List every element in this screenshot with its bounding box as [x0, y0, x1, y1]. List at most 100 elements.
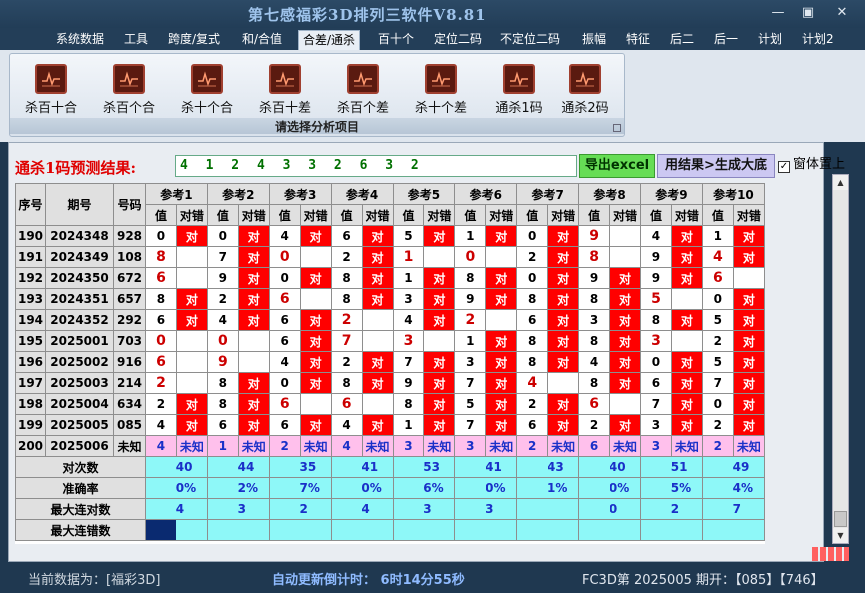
column-header-value[interactable]: 值 [145, 204, 177, 226]
table-row[interactable]: 198 2025004 634 2 对 8 对 6 6 8 对 5 对 2 对 6 7 对 0 对 [15, 393, 765, 415]
column-header-group[interactable]: 参考3 [268, 183, 332, 205]
ribbon-button-3[interactable]: 杀百十差 [250, 64, 320, 118]
export-excel-button[interactable]: 导出excel [579, 154, 655, 178]
scroll-thumb[interactable] [834, 511, 847, 527]
column-header-group[interactable]: 参考1 [145, 183, 208, 205]
column-header-group[interactable]: 参考9 [640, 183, 703, 205]
ribbon-button-label: 杀百个合 [102, 101, 155, 116]
ribbon-button-0[interactable]: 杀百十合 [16, 64, 86, 118]
menu-item-2[interactable]: 跨度/复式 [164, 30, 224, 50]
stats-spacer-cell [454, 477, 486, 499]
menu-item-9[interactable]: 特征 [622, 30, 654, 50]
table-row[interactable]: 193 2024351 657 8 对 2 对 6 8 对 3 对 9 对 8 对 8 对 5 0 对 [15, 288, 765, 310]
ribbon-button-1[interactable]: 杀百个合 [94, 64, 164, 118]
table-row[interactable]: 199 2025005 085 4 对 6 对 6 对 4 对 1 对 7 对 6 对 2 对 3 对 2 对 [15, 414, 765, 436]
checkbox-check-icon[interactable]: ✓ [778, 161, 790, 173]
ribbon-button-6[interactable]: 通杀1码 [484, 64, 554, 118]
close-button[interactable]: ✕ [830, 4, 854, 22]
chart-icon [113, 64, 145, 94]
dialog-launcher-icon[interactable] [613, 124, 621, 132]
table-row[interactable]: 191 2024349 108 8 7 对 0 2 对 1 0 2 对 8 9 对 4 对 [15, 246, 765, 268]
hit-cell: 对 [423, 372, 456, 394]
column-header-result[interactable]: 对错 [423, 204, 456, 226]
column-header-group[interactable]: 参考10 [701, 183, 765, 205]
column-header-result[interactable]: 对错 [175, 204, 208, 226]
hit-cell: 对 [732, 393, 765, 415]
column-header-value[interactable]: 值 [701, 204, 734, 226]
menu-item-0[interactable]: 系统数据 [52, 30, 108, 50]
column-header-value[interactable]: 值 [330, 204, 363, 226]
column-header-seq[interactable]: 序号 [15, 183, 46, 226]
column-header-result[interactable]: 对错 [361, 204, 394, 226]
column-header-result[interactable]: 对错 [237, 204, 270, 226]
value-cell: 5 [392, 225, 425, 247]
table-row[interactable]: 195 2025001 703 0 0 6 对 7 3 1 对 8 对 8 对 3 2 对 [15, 330, 765, 352]
menu-item-6[interactable]: 定位二码 [430, 30, 486, 50]
column-header-result[interactable]: 对错 [485, 204, 518, 226]
menu-item-1[interactable]: 工具 [120, 30, 152, 50]
prediction-result-field[interactable]: 4 1 2 4 3 3 2 6 3 2 [175, 155, 577, 177]
value-cell: 9 [640, 267, 672, 289]
menu-item-12[interactable]: 计划 [754, 30, 786, 50]
value-cell: 8 [516, 288, 549, 310]
stats-row: 最大连对数 14 13 12 14 13 13 9 10 12 17 [15, 498, 765, 520]
table-row[interactable]: 190 2024348 928 0 对 0 对 4 对 6 对 5 对 1 对 0 对 9 4 对 1 对 [15, 225, 765, 247]
column-header-value[interactable]: 值 [206, 204, 239, 226]
column-header-result[interactable]: 对错 [732, 204, 765, 226]
stats-row-label: 对次数 [15, 456, 146, 478]
column-header-value[interactable]: 值 [268, 204, 301, 226]
value-cell: 0 [206, 330, 239, 352]
ribbon-button-2[interactable]: 杀十个合 [172, 64, 242, 118]
scroll-down-icon[interactable]: ▼ [833, 528, 848, 543]
stats-value-cell: 144 [238, 456, 270, 478]
menu-item-5[interactable]: 百十个 [374, 30, 418, 50]
column-header-value[interactable]: 值 [454, 204, 487, 226]
column-header-value[interactable]: 值 [640, 204, 672, 226]
hit-cell: 对 [175, 309, 208, 331]
prediction-row[interactable]: 200 2025006 未知 4 未知 1 未知 2 未知 4 未知 3 未知 3 未知 2 未知 6 未知 3 未知 2… [15, 435, 765, 457]
table-row[interactable]: 197 2025003 214 2 8 对 0 对 8 对 9 对 7 对 4 8 对 6 对 7 对 [15, 372, 765, 394]
vertical-scrollbar[interactable]: ▲ ▼ [832, 174, 849, 544]
table-row[interactable]: 192 2024350 672 6 9 对 0 对 8 对 1 对 8 对 0 对 9 对 9 对 6 [15, 267, 765, 289]
column-header-value[interactable]: 值 [392, 204, 425, 226]
row-period-cell: 2024351 [45, 288, 114, 310]
menu-item-4[interactable]: 合差/通杀 [298, 30, 361, 50]
table-row[interactable]: 196 2025002 916 6 9 4 对 2 对 7 对 3 对 8 对 4 对 0 对 5 对 [15, 351, 765, 373]
value-cell: 0 [268, 267, 301, 289]
menu-item-7[interactable]: 不定位二码 [496, 30, 564, 50]
scroll-up-icon[interactable]: ▲ [833, 175, 848, 190]
column-header-value[interactable]: 值 [578, 204, 611, 226]
column-header-result[interactable]: 对错 [547, 204, 580, 226]
minimize-button[interactable]: — [766, 4, 790, 22]
column-header-group[interactable]: 参考8 [578, 183, 641, 205]
column-header-result[interactable]: 对错 [670, 204, 703, 226]
column-header-result[interactable]: 对错 [609, 204, 641, 226]
column-header-group[interactable]: 参考2 [206, 183, 270, 205]
menu-item-8[interactable]: 振幅 [578, 30, 610, 50]
menu-item-10[interactable]: 后二 [666, 30, 698, 50]
generate-base-button[interactable]: 用结果>生成大底 [657, 154, 775, 178]
menu-item-13[interactable]: 计划2 [798, 30, 838, 50]
ribbon-button-5[interactable]: 杀十个差 [406, 64, 476, 118]
column-header-value[interactable]: 值 [516, 204, 549, 226]
column-header-group[interactable]: 参考4 [330, 183, 394, 205]
value-cell: 9 [392, 372, 425, 394]
stats-value-cell: 13 [238, 498, 270, 520]
chart-icon [191, 64, 223, 94]
column-header-group[interactable]: 参考7 [516, 183, 580, 205]
ribbon-button-4[interactable]: 杀百个差 [328, 64, 398, 118]
column-header-group[interactable]: 参考6 [454, 183, 518, 205]
column-header-number[interactable]: 号码 [113, 183, 146, 226]
column-header-result[interactable]: 对错 [299, 204, 332, 226]
maximize-button[interactable]: ▣ [796, 4, 820, 22]
stats-row: 对次数 140 144 135 141 153 141 143 140 151 149 [15, 456, 765, 478]
table-row[interactable]: 194 2024352 292 6 对 4 对 6 对 2 4 对 2 6 对 3 对 8 对 5 对 [15, 309, 765, 331]
menu-item-3[interactable]: 和/合值 [238, 30, 286, 50]
value-cell: 2 [330, 351, 363, 373]
column-header-period[interactable]: 期号 [45, 183, 114, 226]
ribbon-button-7[interactable]: 通杀2码 [550, 64, 620, 118]
menu-item-11[interactable]: 后一 [710, 30, 742, 50]
row-seq-cell: 195 [15, 330, 46, 352]
column-header-group[interactable]: 参考5 [392, 183, 456, 205]
window-topmost-checkbox[interactable]: ✓ 窗体置上 [778, 156, 845, 176]
